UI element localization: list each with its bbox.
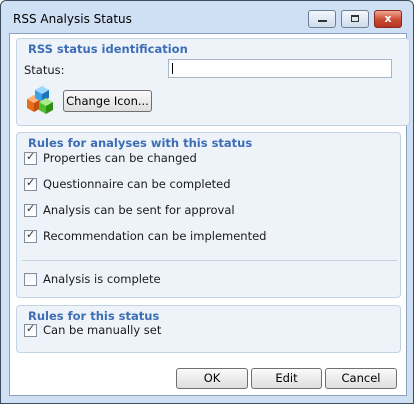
checkbox-questionnaire[interactable]: ✓ [24,176,37,191]
group-title: Rules for this status [28,309,160,323]
dialog-client-area: RSS status identification Status: Change… [9,33,410,396]
window-title: RSS Analysis Status [13,12,132,26]
checkbox-analysis-complete[interactable] [24,273,37,286]
checkbox-label: Analysis can be sent for approval [43,203,235,217]
dialog-window: RSS Analysis Status x RSS status identif… [0,0,414,404]
check-icon: ✓ [26,322,36,335]
text-caret [172,63,173,74]
close-icon: x [384,12,392,25]
checkbox-label: Properties can be changed [43,151,197,165]
checkbox-manually-set[interactable]: ✓ [24,322,37,337]
checkbox-approval[interactable]: ✓ [24,202,37,217]
group-title: Rules for analyses with this status [28,136,253,150]
ok-button[interactable]: OK [176,368,248,389]
group-status-identification: RSS status identification [16,38,410,126]
status-input[interactable] [168,59,392,78]
checkbox-label: Can be manually set [43,323,162,337]
check-icon: ✓ [26,176,36,189]
maximize-icon [351,15,359,22]
checkbox-label: Analysis is complete [43,272,161,286]
group-title: RSS status identification [28,42,188,56]
separator [22,260,397,261]
check-icon: ✓ [26,202,36,215]
minimize-button[interactable] [308,10,336,28]
check-icon: ✓ [26,150,36,163]
checkbox-recommendation[interactable]: ✓ [24,228,37,243]
close-button[interactable]: x [374,10,402,28]
edit-button[interactable]: Edit [251,368,322,389]
cancel-button[interactable]: Cancel [325,368,397,389]
change-icon-button[interactable]: Change Icon... [63,90,152,112]
check-icon: ✓ [26,228,36,241]
checkbox-label: Recommendation can be implemented [43,229,267,243]
maximize-button[interactable] [341,10,369,28]
title-bar[interactable]: RSS Analysis Status x [1,1,413,35]
status-label: Status: [24,63,65,77]
checkbox-properties[interactable]: ✓ [24,150,37,165]
colored-cubes-icon [27,86,53,114]
checkbox-label: Questionnaire can be completed [43,177,231,191]
minimize-icon [318,20,327,22]
